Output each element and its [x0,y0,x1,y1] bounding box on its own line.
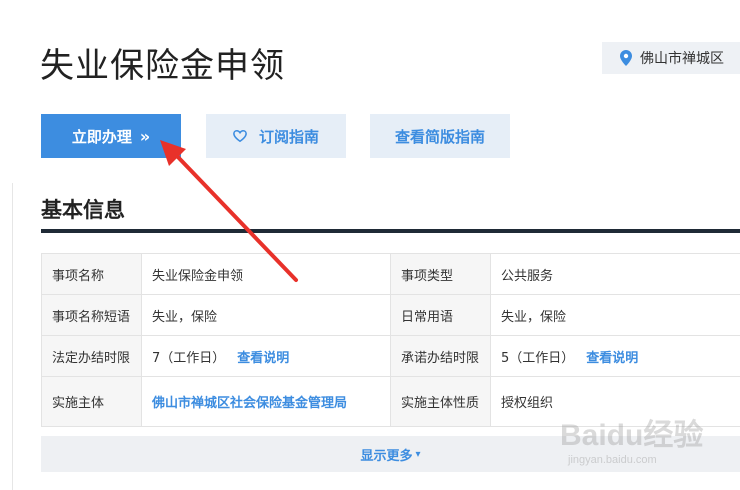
left-divider [12,183,13,490]
table-row: 实施主体 佛山市禅城区社会保险基金管理局 实施主体性质 授权组织 [41,376,740,427]
simple-guide-button[interactable]: 查看简版指南 [370,114,510,158]
field-label: 承诺办结时限 [390,335,491,377]
apply-now-label: 立即办理 [71,127,132,146]
location-label: 佛山市禅城区 [640,51,724,67]
show-more-button[interactable]: 显示更多 ▾ [41,436,740,472]
field-value: 失业，保险 [490,294,740,336]
table-row: 事项名称短语 失业，保险 日常用语 失业，保险 [41,294,740,336]
implementing-agency-link[interactable]: 佛山市禅城区社会保险基金管理局 [152,396,347,411]
field-label: 法定办结时限 [41,335,142,377]
location-selector[interactable]: 佛山市禅城区 [602,42,740,74]
field-label: 事项名称短语 [41,294,142,336]
field-value: 公共服务 [490,253,740,295]
apply-now-button[interactable]: 立即办理 » [41,114,181,158]
section-divider [41,229,740,233]
basic-info-table: 事项名称 失业保险金申领 事项类型 公共服务 事项名称短语 失业，保险 日常用语… [41,253,740,427]
field-value: 授权组织 [490,376,740,427]
field-value-cell: 佛山市禅城区社会保险基金管理局 [141,376,391,427]
view-explanation-link[interactable]: 查看说明 [237,351,289,366]
field-label: 事项名称 [41,253,142,295]
field-label: 日常用语 [390,294,491,336]
heart-icon [233,129,247,143]
field-value-cell: 5（工作日） 查看说明 [490,335,740,377]
field-value: 失业保险金申领 [141,253,391,295]
field-value-cell: 7（工作日） 查看说明 [141,335,391,377]
subscribe-guide-label: 订阅指南 [258,127,319,146]
field-value: 5（工作日） [501,350,575,366]
field-label: 实施主体性质 [390,376,491,427]
double-chevron-right-icon: » [139,126,151,146]
section-title: 基本信息 [41,198,125,222]
chevron-down-icon: ▾ [415,448,421,460]
subscribe-guide-button[interactable]: 订阅指南 [206,114,346,158]
page-title: 失业保险金申领 [40,46,285,86]
field-label: 事项类型 [390,253,491,295]
field-label: 实施主体 [41,376,142,427]
table-row: 事项名称 失业保险金申领 事项类型 公共服务 [41,253,740,295]
show-more-label: 显示更多 [360,448,413,464]
simple-guide-label: 查看简版指南 [394,127,485,146]
table-row: 法定办结时限 7（工作日） 查看说明 承诺办结时限 5（工作日） 查看说明 [41,335,740,377]
map-pin-icon [620,50,632,66]
field-value: 失业，保险 [141,294,391,336]
view-explanation-link[interactable]: 查看说明 [586,351,638,366]
field-value: 7（工作日） [152,350,226,366]
